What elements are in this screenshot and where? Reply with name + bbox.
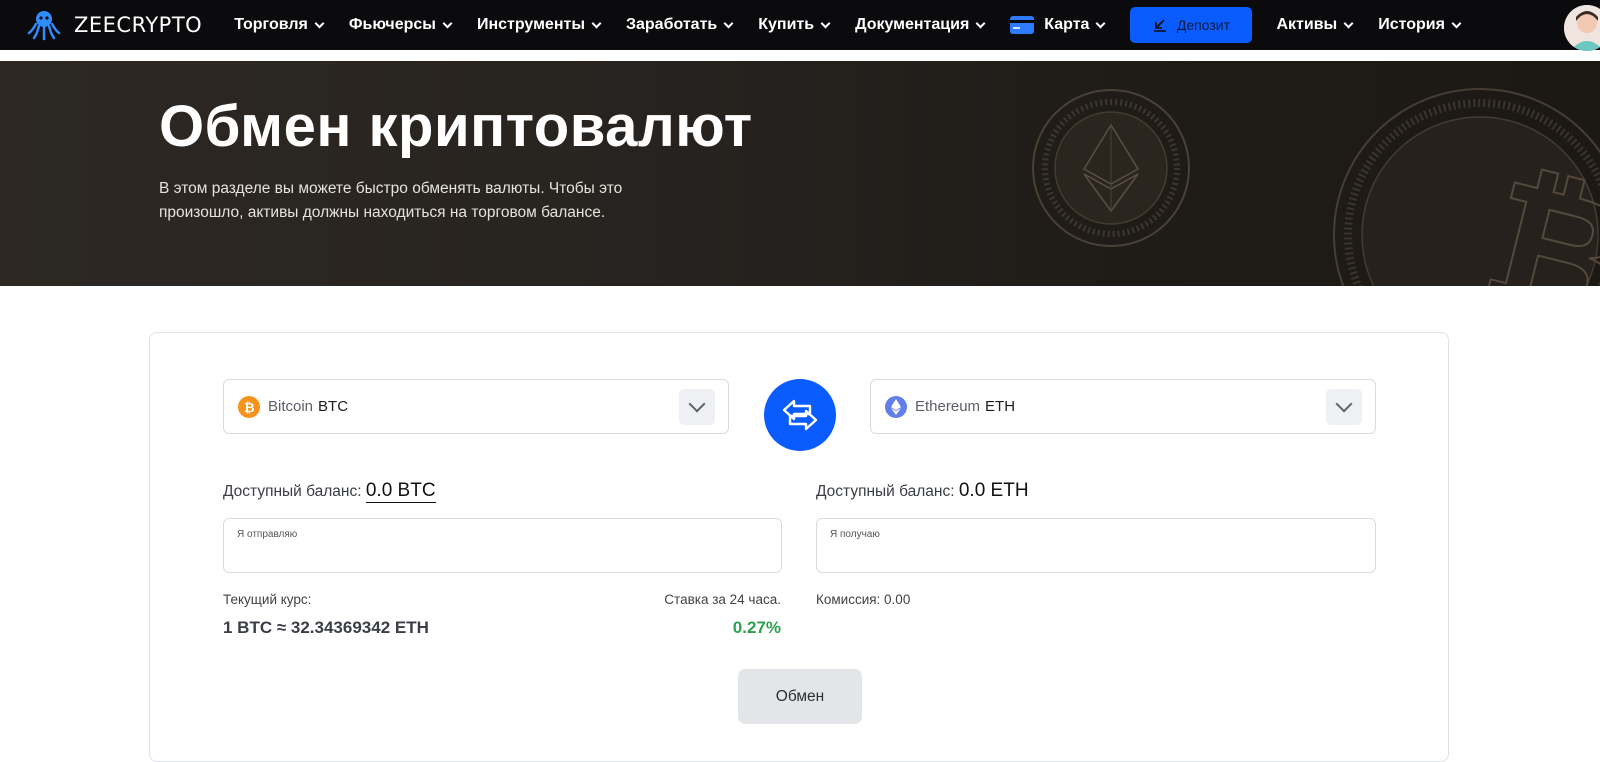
nav-label: Инструменты (476, 16, 585, 33)
chevron-down-icon (723, 18, 734, 28)
to-balance-value: 0.0 ETH (958, 480, 1029, 501)
chevron-down-icon (591, 18, 602, 28)
bitcoin-coin-decoration-icon: ₿ (1333, 88, 1600, 286)
arrow-down-left-icon (1153, 19, 1166, 32)
user-avatar-icon (1564, 5, 1600, 51)
from-currency-select[interactable]: ₿ Bitcoin BTC (223, 379, 729, 434)
swap-currencies-button[interactable] (764, 379, 836, 451)
to-balance-label: Доступный баланс: (816, 483, 955, 500)
exchange-card: ₿ Bitcoin BTC Ethereum ETH Доступный бал… (149, 332, 1449, 762)
receive-amount-label: Я получаю (830, 529, 880, 540)
receive-amount-field[interactable]: Я получаю (816, 518, 1376, 573)
rate-label: Текущий курс: (223, 592, 312, 607)
ethereum-coin-decoration-icon (1032, 89, 1190, 247)
to-coin-name: Ethereum (915, 398, 981, 415)
send-amount-input[interactable] (236, 544, 738, 561)
send-amount-label: Я отправляю (237, 529, 298, 540)
to-coin-symbol: ETH (985, 398, 1016, 415)
svg-text:₿: ₿ (244, 401, 255, 414)
nav-label: Торговля (234, 16, 308, 33)
rate-value: 1 BTC ≈ 32.34369342 ETH (223, 618, 429, 637)
nav-label: Карта (1044, 16, 1090, 33)
fee-text: Комиссия: 0.00 (816, 592, 911, 607)
nav-item-docs[interactable]: Документация (855, 0, 986, 50)
from-balance-value[interactable]: 0.0 BTC (365, 480, 436, 503)
deposit-button[interactable]: Депозит (1130, 7, 1253, 43)
chevron-down-icon (1096, 18, 1106, 28)
bitcoin-icon: ₿ (238, 395, 260, 418)
nav-label: Заработать (625, 16, 718, 33)
send-amount-field[interactable]: Я отправляю (223, 518, 782, 573)
from-balance: Доступный баланс: 0.0 BTC (223, 480, 436, 503)
avatar[interactable] (1564, 5, 1600, 51)
chevron-down-icon (1451, 18, 1462, 28)
exchange-submit-button[interactable]: Обмен (738, 669, 862, 724)
nav-item-futures[interactable]: Фьючерсы (348, 0, 453, 50)
chevron-down-icon (314, 18, 325, 28)
hero-banner: ₿ Обмен криптовалют В этом разделе вы мо… (0, 61, 1600, 286)
nav-item-trading[interactable]: Торговля (234, 0, 325, 50)
chevron-down-icon (1335, 395, 1353, 413)
nav-label: Активы (1276, 16, 1338, 33)
from-coin-name: Bitcoin (268, 398, 314, 415)
chevron-down-icon (442, 18, 453, 28)
nav-item-tools[interactable]: Инструменты (476, 0, 602, 50)
nav-item-earn[interactable]: Заработать (625, 0, 734, 50)
deposit-label: Депозит (1176, 17, 1231, 33)
to-dropdown-toggle[interactable] (1326, 389, 1362, 425)
nav-label: Документация (855, 16, 970, 33)
nav-item-card[interactable]: Карта (1010, 0, 1106, 50)
to-balance: Доступный баланс: 0.0 ETH (816, 480, 1029, 502)
chevron-down-icon (975, 18, 986, 28)
top-navigation: ZEECRYPTO Торговля Фьючерсы Инструменты … (0, 0, 1600, 51)
receive-amount-input[interactable] (829, 544, 1332, 561)
from-coin-symbol: BTC (318, 398, 349, 415)
from-dropdown-toggle[interactable] (679, 389, 715, 425)
nav-item-history[interactable]: История (1378, 0, 1462, 50)
chevron-down-icon (1343, 18, 1354, 28)
nav-label: Фьючерсы (348, 16, 436, 33)
brand[interactable]: ZEECRYPTO (26, 7, 202, 43)
brand-name: ZEECRYPTO (74, 13, 203, 37)
change-value: 0.27% (732, 618, 781, 637)
chevron-down-icon (820, 18, 831, 28)
credit-card-icon (1010, 16, 1035, 34)
nav-item-buy[interactable]: Купить (758, 0, 831, 50)
change-label: Ставка за 24 часа. (664, 592, 781, 607)
page-description: В этом разделе вы можете быстро обменять… (159, 180, 623, 221)
swap-arrows-icon (782, 399, 818, 431)
nav-item-assets[interactable]: Активы (1276, 0, 1354, 50)
nav-label: История (1378, 16, 1445, 33)
to-currency-select[interactable]: Ethereum ETH (870, 379, 1376, 434)
from-balance-label: Доступный баланс: (223, 483, 362, 500)
ethereum-icon (885, 395, 907, 418)
octopus-logo-icon (27, 11, 61, 41)
chevron-down-icon (688, 395, 706, 413)
page-title: Обмен криптовалют (159, 94, 753, 159)
nav-label: Купить (758, 16, 815, 33)
